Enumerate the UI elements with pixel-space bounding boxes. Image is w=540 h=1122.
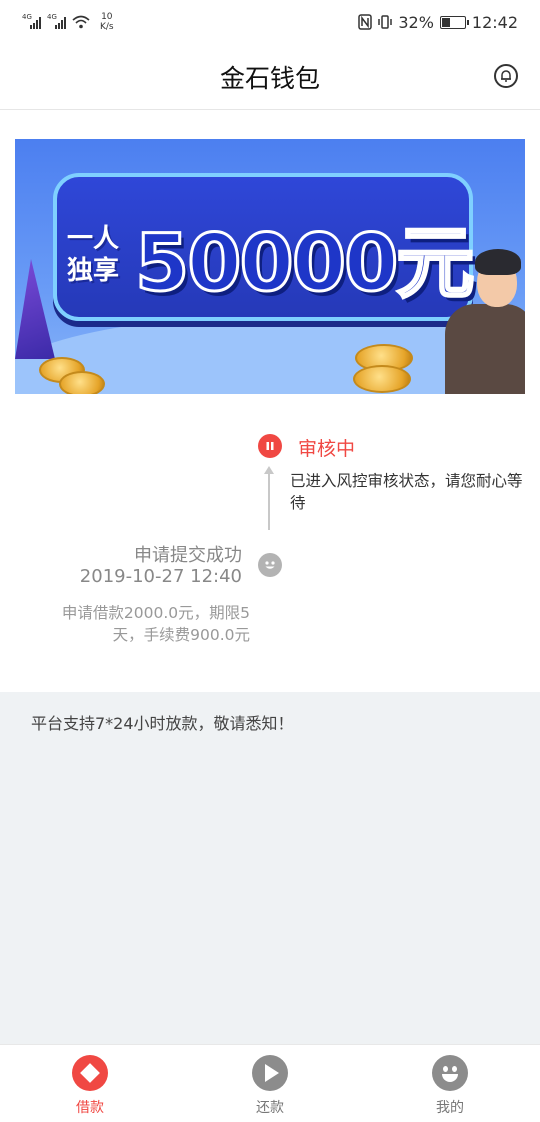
- battery-icon: [439, 15, 469, 29]
- signal1-label: 4G: [22, 13, 32, 21]
- submit-status-description: 申请借款2000.0元，期限5天，手续费900.0元: [61, 604, 250, 644]
- signal-icon: 4G: [22, 13, 41, 29]
- speed-unit: K/s: [100, 22, 114, 32]
- coin-icon: [353, 365, 411, 393]
- signal-icon-2: 4G: [47, 13, 66, 29]
- banner-plant: [15, 259, 55, 359]
- banner-small-line1: 一人: [67, 224, 120, 254]
- wifi-icon: [72, 15, 90, 29]
- notice-area: 平台支持7*24小时放款，敬请悉知！: [0, 692, 540, 1044]
- tab-repay[interactable]: 还款: [180, 1045, 360, 1122]
- status-left: 4G 4G 10 K/s: [22, 12, 114, 32]
- banner-small-line2: 独享: [67, 256, 120, 286]
- page-title: 金石钱包: [219, 63, 320, 93]
- banner-person-hair: [475, 249, 521, 275]
- diamond-icon: [72, 1055, 108, 1091]
- battery-percent: 32%: [398, 12, 434, 32]
- bell-glyph: [501, 70, 511, 82]
- submit-status-time: 2019-10-27 12:40: [79, 566, 242, 587]
- tab-borrow-label: 借款: [76, 1100, 104, 1116]
- app-header: 金石钱包: [0, 44, 540, 110]
- status-bar: 4G 4G 10 K/s 32% 12:42: [0, 0, 540, 44]
- vibrate-icon: [378, 15, 393, 29]
- smile-icon: [432, 1055, 468, 1091]
- banner-amount: 50000元: [133, 218, 475, 311]
- tab-repay-label: 还款: [256, 1100, 284, 1116]
- promo-banner[interactable]: 一人 独享 50000元: [15, 139, 525, 394]
- status-right: 32% 12:42: [358, 13, 518, 32]
- coin-icon: [59, 371, 105, 394]
- network-speed: 10 K/s: [100, 12, 114, 32]
- submit-status-title: 申请提交成功: [134, 545, 242, 566]
- bell-icon[interactable]: [494, 64, 518, 88]
- tab-borrow[interactable]: 借款: [0, 1045, 180, 1122]
- nfc-icon: [358, 14, 373, 30]
- tab-mine-label: 我的: [436, 1100, 464, 1116]
- review-status-title: 审核中: [298, 438, 356, 460]
- banner-small-text: 一人 独享: [67, 223, 119, 287]
- clock-time: 12:42: [471, 12, 518, 32]
- smile-icon: [258, 553, 282, 577]
- pause-icon: [258, 434, 282, 458]
- review-status-description: 已进入风控审核状态，请您耐心等待: [290, 472, 523, 512]
- signal2-label: 4G: [47, 13, 57, 21]
- notice-text: 平台支持7*24小时放款，敬请悉知！: [31, 714, 294, 733]
- play-icon: [252, 1055, 288, 1091]
- banner-person-body: [445, 304, 525, 394]
- pause-glyph: [266, 442, 274, 450]
- tab-mine[interactable]: 我的: [360, 1045, 540, 1122]
- smile-glyph: [265, 561, 275, 569]
- bottom-nav: 借款 还款 我的: [0, 1044, 540, 1122]
- speed-value: 10: [101, 12, 113, 22]
- timeline-line: [268, 472, 270, 530]
